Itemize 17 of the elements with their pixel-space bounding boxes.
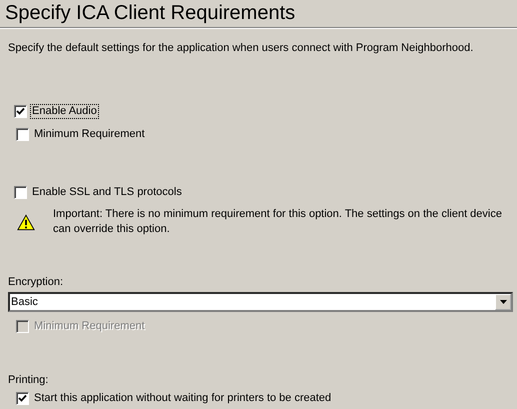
encryption-dropdown[interactable]: Basic [8,292,513,312]
warning-text: Important: There is no minimum requirement for this option. The settings on the client device can override this option. [53,207,503,237]
caret-icon [500,300,506,304]
section-label: Printing: [8,374,48,387]
page-title: Specify ICA Client Requirements [4,1,296,25]
checkbox-label: Minimum Requirement [33,320,146,333]
checkbox-label: Enable SSL and TLS protocols [31,186,183,199]
description-text: Specify the default settings for the application when users connect with Program Neighborhood. [8,41,474,55]
checkbox-label: Enable Audio [31,105,98,118]
field-label: Encryption: [8,276,64,289]
checkbox-label: Minimum Requirement [33,128,146,141]
checkbox[interactable] [14,105,27,118]
warning-icon [17,214,35,231]
checkbox[interactable] [16,392,29,405]
checkbox[interactable] [16,128,29,141]
checkbox-label: Start this application without waiting for printers to be created [33,392,332,405]
checkbox[interactable] [14,186,27,199]
